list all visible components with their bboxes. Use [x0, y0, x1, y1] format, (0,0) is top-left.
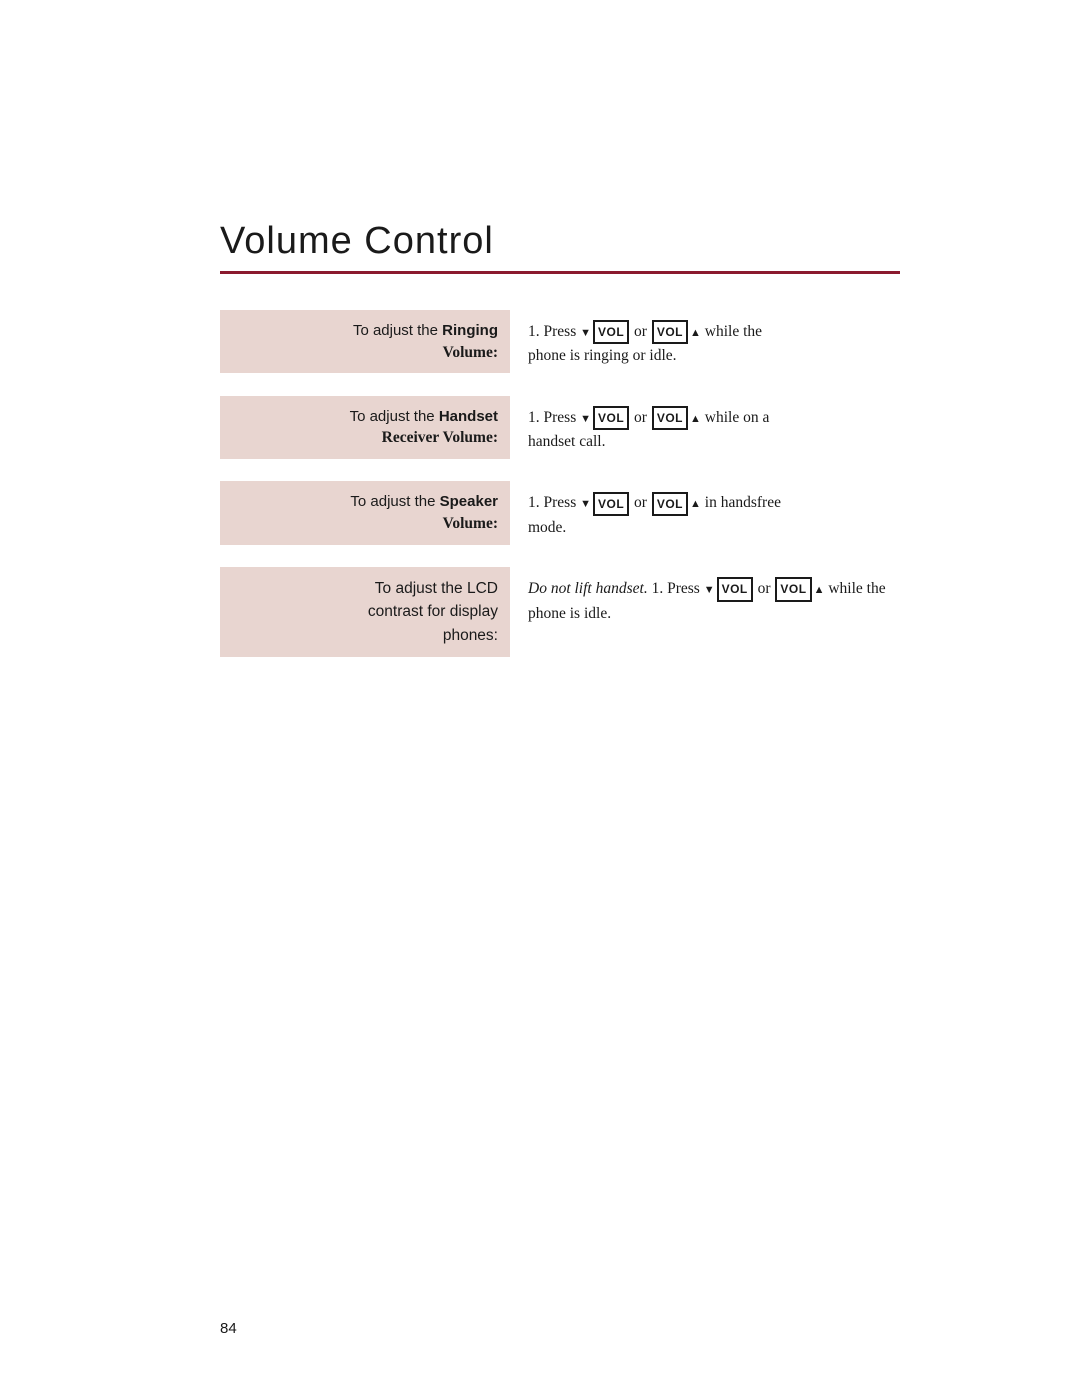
table-row: To adjust the Ringing Volume: 1. Press ▼…	[220, 310, 900, 378]
handset-label-receiver: Receiver Volume:	[382, 429, 498, 446]
title-underline	[220, 271, 900, 274]
table-row: To adjust the LCD contrast for display p…	[220, 567, 900, 657]
handset-label: To adjust the Handset Receiver Volume:	[220, 396, 510, 459]
ringing-label: To adjust the Ringing Volume:	[220, 310, 510, 373]
speaker-content: 1. Press ▼VOL or VOL▲ in handsfree mode.	[510, 481, 900, 549]
speaker-label-volume: Volume:	[443, 515, 498, 532]
lcd-label-lcd: LCD	[467, 580, 498, 597]
vol-down-arrow-icon: ▼	[704, 584, 715, 596]
speaker-label: To adjust the Speaker Volume:	[220, 481, 510, 544]
vol-up-arrow-icon: ▲	[814, 584, 825, 596]
speaker-step1-line2: mode.	[528, 516, 900, 539]
handset-step1: 1. Press ▼VOL or VOL▲ while on a	[528, 406, 900, 430]
page-title: Volume Control	[220, 220, 900, 263]
vol-up-button: VOL	[652, 406, 688, 430]
lcd-step1-line2: phone is idle.	[528, 605, 611, 622]
vol-down-button: VOL	[717, 577, 753, 602]
table-row: To adjust the Handset Receiver Volume: 1…	[220, 396, 900, 464]
speaker-label-speaker: Speaker	[440, 493, 498, 510]
handset-label-handset: Handset	[439, 408, 498, 425]
vol-up-button: VOL	[652, 492, 688, 516]
vol-down-arrow-icon: ▼	[580, 498, 591, 510]
ringing-step1-line2: phone is ringing or idle.	[528, 344, 900, 367]
vol-down-arrow-icon: ▼	[580, 327, 591, 339]
vol-down-button: VOL	[593, 492, 629, 516]
ringing-step1: 1. Press ▼VOL or VOL▲ while the	[528, 320, 900, 344]
vol-down-button: VOL	[593, 406, 629, 430]
vol-up-button: VOL	[775, 577, 811, 602]
ringing-label-volume: Volume:	[443, 344, 498, 361]
vol-up-arrow-icon: ▲	[690, 413, 701, 425]
lcd-label: To adjust the LCD contrast for display p…	[220, 567, 510, 657]
lcd-do-not-lift: Do not lift handset.	[528, 580, 648, 597]
handset-step1-line2: handset call.	[528, 430, 900, 453]
lcd-step1: 1. Press ▼VOL or VOL▲ while the	[652, 580, 886, 597]
page-container: Volume Control To adjust the Ringing Vol…	[0, 0, 1080, 755]
ringing-label-ringing: Ringing	[442, 322, 498, 339]
lcd-content: Do not lift handset. 1. Press ▼VOL or VO…	[510, 567, 900, 637]
ringing-content: 1. Press ▼VOL or VOL▲ while the phone is…	[510, 310, 900, 378]
vol-up-arrow-icon: ▲	[690, 498, 701, 510]
table-row: To adjust the Speaker Volume: 1. Press ▼…	[220, 481, 900, 549]
lcd-label-phones: phones:	[443, 627, 498, 644]
instructions-section: To adjust the Ringing Volume: 1. Press ▼…	[220, 310, 900, 657]
vol-up-button: VOL	[652, 320, 688, 344]
speaker-step1: 1. Press ▼VOL or VOL▲ in handsfree	[528, 491, 900, 515]
vol-down-arrow-icon: ▼	[580, 413, 591, 425]
vol-up-arrow-icon: ▲	[690, 327, 701, 339]
handset-content: 1. Press ▼VOL or VOL▲ while on a handset…	[510, 396, 900, 464]
vol-down-button: VOL	[593, 320, 629, 344]
page-number: 84	[220, 1320, 237, 1337]
